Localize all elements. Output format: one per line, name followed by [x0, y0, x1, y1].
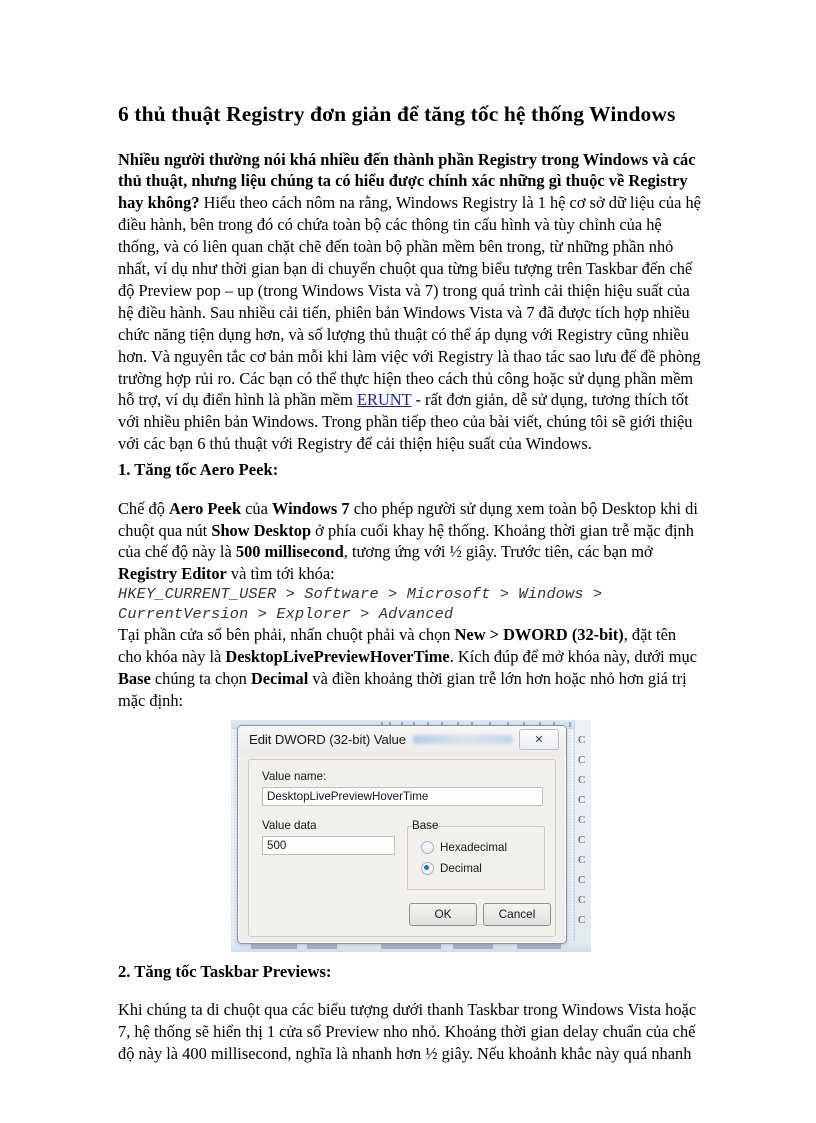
embedded-screenshot: C C C C C C C C C C Edit DWORD (32-bit) …: [231, 719, 591, 952]
document-content: 6 thủ thuật Registry đơn giản để tăng tố…: [118, 100, 702, 1065]
cancel-button[interactable]: Cancel: [483, 902, 551, 926]
radio-hexadecimal[interactable]: Hexadecimal: [421, 840, 508, 854]
s1-term-aero-peek: Aero Peek: [169, 498, 242, 518]
section2-paragraph-1: Khi chúng ta di chuột qua các biểu tượng…: [118, 1000, 697, 1063]
s1p2-term-decimal: Decimal: [250, 668, 309, 688]
radio-decimal-label: Decimal: [440, 861, 482, 875]
base-group-box: [407, 825, 545, 890]
titlebar-highlight: [413, 734, 513, 744]
section-heading-2: 2. Tăng tốc Taskbar Previews:: [118, 961, 332, 981]
s1p2-term-new-dword: New > DWORD (32-bit): [454, 625, 624, 645]
radio-decimal[interactable]: Decimal: [421, 861, 482, 875]
dialog-title: Edit DWORD (32-bit) Value: [249, 731, 407, 747]
erunt-link[interactable]: ERUNT: [357, 390, 411, 409]
radio-hexadecimal-label: Hexadecimal: [440, 840, 508, 854]
s1-term-windows-7: Windows 7: [272, 498, 350, 518]
dialog-titlebar: Edit DWORD (32-bit) Value ✕: [238, 725, 566, 757]
s1-term-show-desktop: Show Desktop: [211, 520, 312, 540]
section1-paragraph-1: Chế độ Aero Peek của Windows 7 cho phép …: [118, 498, 702, 586]
close-icon[interactable]: ✕: [519, 728, 559, 750]
value-name-input[interactable]: DesktopLivePreviewHoverTime: [262, 786, 543, 806]
s1-text-c: của: [241, 498, 273, 518]
ok-button[interactable]: OK: [409, 902, 477, 926]
s1-term-registry-editor: Registry Editor: [118, 564, 227, 584]
intro-paragraph: Nhiều người thường nói khá nhiều đến thà…: [118, 149, 702, 455]
intro-body-part-1: Hiểu theo cách nôm na rằng, Windows Regi…: [118, 193, 701, 410]
s1p2-text-e: chúng ta chọn: [150, 668, 251, 688]
s1p2-text-a: Tại phần cửa sổ bên phải, nhấn chuột phả…: [118, 625, 455, 645]
page-title: 6 thủ thuật Registry đơn giản để tăng tố…: [118, 102, 676, 126]
s1-text-f: , tương ứng với ½ giây. Trước tiên, các …: [343, 542, 653, 562]
dialog-body: Value name: DesktopLivePreviewHoverTime …: [238, 757, 566, 943]
screenshot-right-column: C C C C C C C C C C: [574, 719, 591, 952]
s1p2-text-d: . Kích đúp để mở khóa này, dưới mục: [449, 646, 697, 666]
value-name-label: Value name:: [262, 769, 327, 783]
registry-path-line-2: CurrentVersion > Explorer > Advanced: [118, 604, 454, 623]
edit-dword-dialog: Edit DWORD (32-bit) Value ✕ Value name: …: [237, 724, 567, 944]
value-data-input[interactable]: 500: [262, 835, 395, 855]
document-page: 6 thủ thuật Registry đơn giản để tăng tố…: [0, 0, 816, 1123]
dialog-inner-frame: Value name: DesktopLivePreviewHoverTime …: [248, 758, 556, 937]
s1p2-term-base: Base: [118, 668, 151, 688]
section1-paragraph-2: Tại phần cửa sổ bên phải, nhấn chuột phả…: [118, 624, 702, 712]
s1-text-g: và tìm tới khóa:: [226, 564, 335, 584]
radio-selected-icon: [421, 861, 434, 875]
section-heading-1: 1. Tăng tốc Aero Peek:: [118, 460, 279, 480]
registry-path-line-1: HKEY_CURRENT_USER > Software > Microsoft…: [118, 585, 603, 604]
base-group-label: Base: [412, 818, 439, 832]
value-data-label: Value data: [262, 818, 317, 832]
s1-text-a: Chế độ: [118, 498, 169, 518]
s1p2-term-keyname: DesktopLivePreviewHoverTime: [225, 646, 450, 666]
radio-unselected-icon: [421, 840, 434, 854]
s1-term-500-ms: 500 millisecond: [235, 542, 344, 562]
